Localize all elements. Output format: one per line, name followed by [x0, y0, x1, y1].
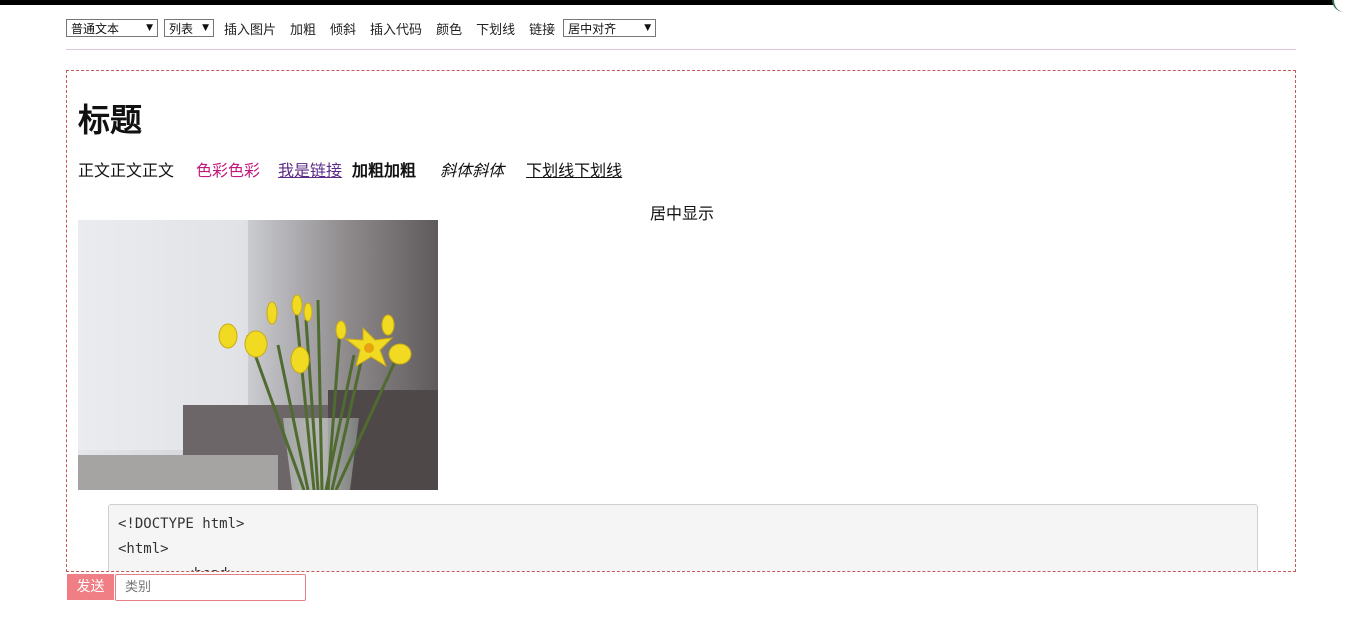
link-button[interactable]: 链接 — [529, 19, 555, 38]
code-line: <!DOCTYPE html> — [118, 516, 245, 532]
daffodil-vase-image — [78, 220, 438, 490]
insert-code-button[interactable]: 插入代码 — [370, 19, 422, 38]
align-select-value: 居中对齐 — [568, 22, 617, 36]
align-select[interactable]: 居中对齐 ▼ — [563, 19, 657, 37]
normal-text: 正文正文正文 — [78, 161, 175, 180]
colored-text: 色彩色彩 — [196, 161, 261, 180]
color-button[interactable]: 颜色 — [436, 19, 462, 38]
list-select-value: 列表 — [169, 22, 194, 36]
code-line: <head> — [118, 562, 1248, 571]
code-block: <!DOCTYPE html> <html> <head> — [108, 504, 1258, 571]
chevron-down-icon: ▼ — [202, 23, 209, 33]
send-button[interactable]: 发送 — [67, 574, 114, 600]
underline-button[interactable]: 下划线 — [476, 19, 515, 38]
toolbar-divider — [66, 49, 1296, 50]
editor-content-area[interactable]: 标题 正文正文正文 色彩色彩 我是链接 加粗加粗 斜体斜体 下划线下划线 居中显… — [66, 70, 1296, 572]
bold-text: 加粗加粗 — [352, 161, 417, 180]
code-line: <html> — [118, 541, 169, 557]
insert-image-button[interactable]: 插入图片 — [224, 19, 276, 38]
text-format-select[interactable]: 普通文本 ▼ — [66, 19, 158, 37]
italic-text: 斜体斜体 — [440, 161, 505, 180]
italic-button[interactable]: 倾斜 — [330, 19, 356, 38]
bold-button[interactable]: 加粗 — [290, 19, 316, 38]
chevron-down-icon: ▼ — [644, 23, 652, 33]
text-format-select-value: 普通文本 — [71, 22, 120, 36]
window-corner — [1332, 0, 1360, 12]
category-input[interactable] — [115, 574, 306, 601]
list-select[interactable]: 列表 ▼ — [164, 19, 214, 37]
editor-toolbar: 普通文本 ▼ 列表 ▼ 插入图片 加粗 倾斜 插入代码 颜色 下划线 链接 居中… — [66, 17, 662, 39]
content-link[interactable]: 我是链接 — [278, 157, 342, 181]
content-paragraph: 正文正文正文 色彩色彩 我是链接 加粗加粗 斜体斜体 下划线下划线 — [78, 157, 622, 181]
underlined-text: 下划线下划线 — [526, 161, 623, 180]
window-top-bar — [0, 0, 1360, 5]
chevron-down-icon: ▼ — [146, 23, 153, 33]
content-heading: 标题 — [78, 101, 143, 139]
